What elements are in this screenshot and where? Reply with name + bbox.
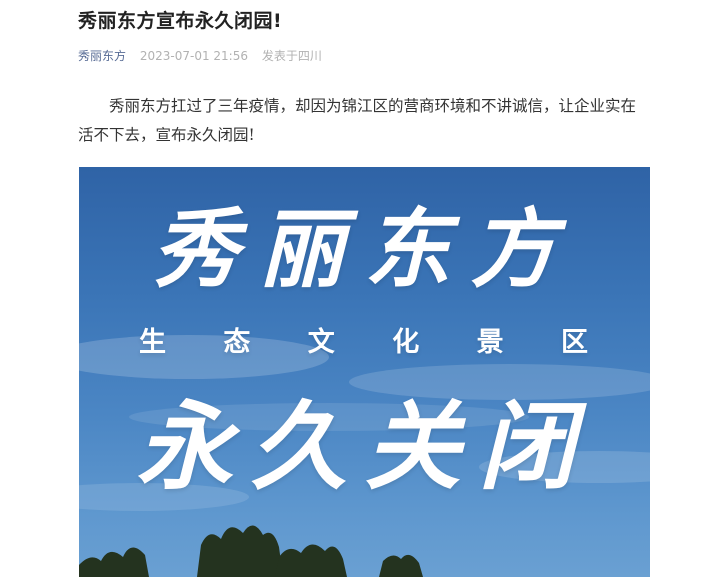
article-title: 秀丽东方宣布永久闭园!: [78, 10, 283, 32]
hero-announcement-text: 永久关闭: [136, 390, 593, 503]
hero-brand-text: 秀丽东方: [152, 199, 577, 300]
article-meta: 秀丽东方 2023-07-01 21:56 发表于四川: [78, 48, 650, 64]
publish-location: 发表于四川: [261, 49, 322, 63]
tree-silhouette: [79, 525, 423, 577]
article-paragraph: 秀丽东方扛过了三年疫情，却因为锦江区的营商环境和不讲诚信，让企业实在活不下去，宣…: [78, 97, 637, 144]
account-name-link[interactable]: 秀丽东方: [78, 49, 126, 63]
publish-time: 2023-07-01 21:56: [139, 49, 248, 63]
hero-subtitle-text: 生 态 文 化 景 区: [139, 327, 612, 358]
article: 秀丽东方宣布永久闭园! 秀丽东方 2023-07-01 21:56 发表于四川 …: [78, 0, 650, 150]
hero-image[interactable]: 秀丽东方 生 态 文 化 景 区 永久关闭: [79, 167, 650, 577]
